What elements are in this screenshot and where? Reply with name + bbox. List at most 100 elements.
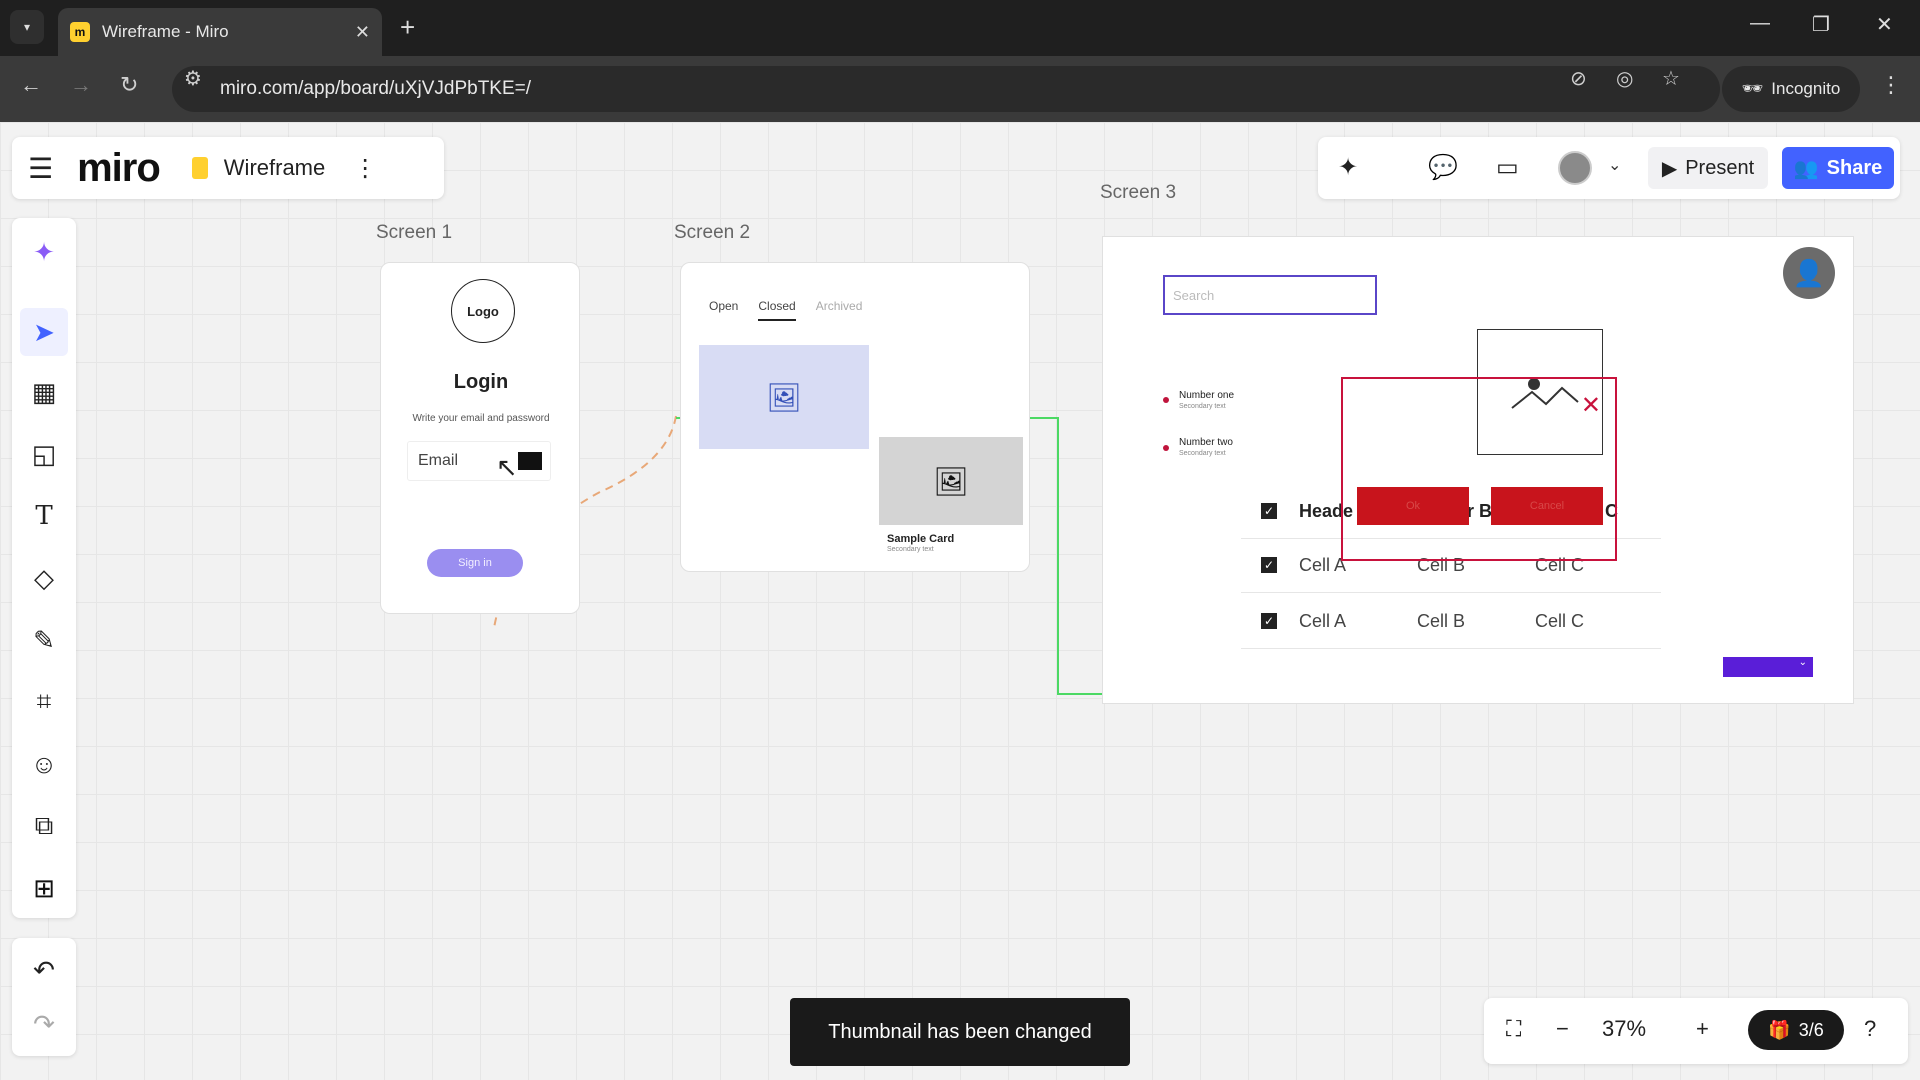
- text-tool-icon[interactable]: T: [20, 492, 68, 540]
- list-item-subtitle: Secondary text: [1179, 450, 1226, 457]
- modal-dialog[interactable]: ✕ Ok Cancel: [1341, 377, 1617, 561]
- fit-to-screen-icon[interactable]: ⛶: [1506, 1016, 1521, 1042]
- card-image-icon: 🖼: [879, 437, 1023, 525]
- checkbox[interactable]: ✓: [1261, 557, 1277, 573]
- frame-screen3[interactable]: Search 👤 Number one Secondary text Numbe…: [1102, 236, 1854, 704]
- zoom-out-icon[interactable]: −: [1556, 1016, 1569, 1042]
- tab-open[interactable]: Open: [709, 299, 738, 321]
- incognito-icon: 🕶: [1741, 79, 1764, 98]
- url-text: miro.com/app/board/uXjVJdPbTKE=/: [220, 78, 532, 99]
- reload-button[interactable]: ↻: [120, 72, 138, 98]
- login-subtitle: Write your email and password: [412, 413, 550, 424]
- search-input[interactable]: Search: [1163, 275, 1377, 315]
- list-bullet: [1163, 445, 1169, 451]
- miro-logo[interactable]: miro: [77, 146, 161, 191]
- share-button[interactable]: 👥 Share: [1782, 147, 1894, 189]
- more-tools-icon[interactable]: ⊞: [20, 864, 68, 912]
- minimize-button[interactable]: —: [1750, 12, 1770, 35]
- board-icon: [191, 157, 208, 179]
- cell-a: Cell A: [1299, 611, 1347, 631]
- list-item-title: Number one: [1179, 390, 1235, 401]
- templates-icon[interactable]: ▦: [20, 368, 68, 416]
- toast-notification: Thumbnail has been changed: [790, 998, 1130, 1066]
- incognito-label: Incognito: [1771, 79, 1841, 98]
- frame-screen2[interactable]: Open Closed Archived 🖼 🖼 Sample Card Sec…: [680, 262, 1030, 572]
- image-placeholder-icon: 🖼: [699, 345, 869, 449]
- chevron-down-icon[interactable]: ⌄: [1608, 155, 1621, 175]
- onboarding-progress-badge[interactable]: 🎁 3/6: [1748, 1010, 1844, 1050]
- tab-search-button[interactable]: ▾: [10, 10, 44, 44]
- play-icon: ▶: [1661, 157, 1678, 180]
- browser-tab-bar: ▾ m Wireframe - Miro ✕ + — ❐ ✕: [0, 0, 1920, 56]
- reactions-icon[interactable]: ✦: [1338, 153, 1358, 182]
- zoom-level[interactable]: 37%: [1602, 1016, 1646, 1042]
- ok-button[interactable]: Ok: [1357, 487, 1469, 525]
- mouse-cursor-icon: ↖: [496, 452, 518, 482]
- comments-icon[interactable]: 💬: [1428, 153, 1458, 182]
- email-field[interactable]: Email: [407, 441, 551, 481]
- restore-button[interactable]: ❐: [1812, 12, 1830, 37]
- card-subtitle: Secondary text: [887, 546, 934, 553]
- main-menu-icon[interactable]: ☰: [28, 152, 53, 185]
- list-item-subtitle: Secondary text: [1179, 403, 1226, 410]
- new-tab-button[interactable]: +: [400, 12, 415, 42]
- undo-icon[interactable]: ↶: [20, 946, 68, 994]
- dropdown-button[interactable]: ⌄: [1723, 657, 1813, 677]
- board-options-icon[interactable]: ⋮: [353, 154, 377, 183]
- user-avatar-icon[interactable]: 👤: [1783, 247, 1835, 299]
- page-count: 3/6: [1798, 1019, 1824, 1040]
- tab-archived[interactable]: Archived: [816, 299, 863, 321]
- bookmark-star-icon[interactable]: ☆: [1662, 66, 1680, 91]
- undo-redo-panel: ↶ ↷: [12, 938, 76, 1056]
- browser-tab[interactable]: m Wireframe - Miro ✕: [58, 8, 382, 56]
- frame-label-screen3[interactable]: Screen 3: [1100, 182, 1176, 204]
- redo-icon[interactable]: ↷: [20, 1000, 68, 1048]
- forward-button[interactable]: →: [70, 72, 92, 98]
- zoom-in-icon[interactable]: +: [1696, 1016, 1709, 1042]
- close-icon[interactable]: ✕: [1581, 391, 1601, 420]
- site-settings-icon[interactable]: ⚙: [184, 66, 202, 91]
- present-label: Present: [1685, 156, 1755, 179]
- tab-closed[interactable]: Closed: [758, 299, 796, 321]
- present-button[interactable]: ▶ Present: [1648, 147, 1768, 189]
- apps-icon[interactable]: ⧉: [20, 802, 68, 850]
- left-toolbar: ✦ ➤ ▦ ◱ T ◇ ✎ ⌗ ☺ ⧉ ⊞: [12, 218, 76, 918]
- pen-icon[interactable]: ✎: [20, 616, 68, 664]
- no-camera-icon[interactable]: ⊘: [1570, 66, 1587, 91]
- address-bar[interactable]: miro.com/app/board/uXjVJdPbTKE=/: [172, 66, 1720, 112]
- video-call-icon[interactable]: ▭: [1496, 153, 1519, 182]
- close-window-button[interactable]: ✕: [1876, 12, 1893, 37]
- help-icon[interactable]: ?: [1864, 1016, 1876, 1042]
- cell-c: Cell C: [1535, 611, 1585, 631]
- tracking-off-icon[interactable]: ◎: [1616, 66, 1633, 91]
- browser-menu-icon[interactable]: ⋮: [1880, 72, 1902, 98]
- shapes-icon[interactable]: ◇: [20, 554, 68, 602]
- tab-title: Wireframe - Miro: [102, 22, 229, 41]
- sign-in-button[interactable]: Sign in: [427, 549, 523, 577]
- frame-label-screen1[interactable]: Screen 1: [376, 222, 452, 244]
- tab-close-icon[interactable]: ✕: [355, 22, 370, 43]
- login-title: Login: [453, 371, 509, 393]
- cell-a: Cell A: [1299, 555, 1347, 575]
- select-tool-icon[interactable]: ➤: [20, 308, 68, 356]
- checkbox[interactable]: ✓: [1261, 613, 1277, 629]
- avatar[interactable]: [1558, 151, 1592, 185]
- list-bullet: [1163, 397, 1169, 403]
- stickers-icon[interactable]: ☺: [20, 740, 68, 788]
- frame-label-screen2[interactable]: Screen 2: [674, 222, 750, 244]
- miro-favicon-icon: m: [70, 22, 90, 42]
- board-name[interactable]: Wireframe: [224, 155, 325, 181]
- cell-b: Cell B: [1417, 611, 1466, 631]
- checkbox[interactable]: ✓: [1261, 503, 1277, 519]
- frame-screen1[interactable]: Logo Login Write your email and password…: [380, 262, 580, 614]
- back-button[interactable]: ←: [20, 72, 42, 98]
- incognito-indicator[interactable]: 🕶 Incognito: [1722, 66, 1860, 112]
- share-people-icon: 👥: [1793, 157, 1819, 180]
- sticky-note-icon[interactable]: ◱: [20, 430, 68, 478]
- email-placeholder: Email: [418, 452, 459, 469]
- frame-icon[interactable]: ⌗: [20, 678, 68, 726]
- cancel-button[interactable]: Cancel: [1491, 487, 1603, 525]
- ai-sparkle-icon[interactable]: ✦: [20, 228, 68, 276]
- browser-toolbar: ← → ↻ miro.com/app/board/uXjVJdPbTKE=/ ⚙…: [0, 56, 1920, 122]
- envelope-icon: [518, 452, 542, 470]
